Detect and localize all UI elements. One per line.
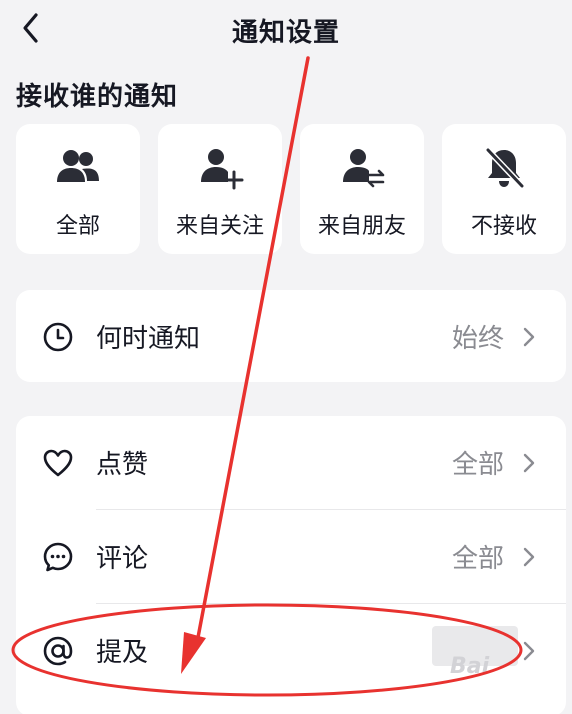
group-icon	[57, 150, 99, 182]
option-none[interactable]: 不接收	[442, 124, 566, 254]
row-label: 提及	[96, 638, 149, 668]
person-swap-icon	[343, 149, 385, 188]
chevron-right-icon	[523, 453, 535, 473]
option-label: 来自朋友	[317, 214, 406, 239]
bell-off-icon	[485, 147, 525, 189]
comment-icon	[43, 542, 73, 572]
option-label: 不接收	[470, 214, 537, 239]
option-following[interactable]: 来自关注	[158, 124, 282, 254]
heart-icon	[43, 449, 73, 477]
row-value: 始终	[451, 324, 504, 354]
when-card: 何时通知 始终	[16, 290, 566, 382]
when-row[interactable]: 何时通知 始终	[16, 290, 566, 384]
page-title: 通知设置	[231, 18, 340, 48]
option-label: 来自关注	[175, 214, 264, 239]
option-friends[interactable]: 来自朋友	[300, 124, 424, 254]
row-label: 点赞	[96, 450, 149, 480]
at-icon	[43, 636, 73, 666]
likes-row[interactable]: 点赞 全部	[16, 416, 566, 510]
comments-row[interactable]: 评论 全部	[16, 510, 566, 604]
row-label: 何时通知	[96, 324, 201, 354]
section-title: 接收谁的通知	[16, 82, 179, 112]
clock-icon	[43, 322, 73, 352]
row-value: 全部	[451, 544, 504, 574]
header: 通知设置	[0, 0, 572, 60]
chevron-right-icon	[523, 327, 535, 347]
chevron-right-icon	[523, 641, 535, 661]
option-label: 全部	[55, 214, 100, 239]
receive-options: 全部 来自关注 来自朋友 不接收	[16, 124, 572, 254]
row-label: 评论	[96, 544, 149, 574]
option-all[interactable]: 全部	[16, 124, 140, 254]
chevron-right-icon	[523, 547, 535, 567]
person-add-icon	[201, 149, 244, 190]
watermark-logo: Bai	[450, 654, 490, 679]
row-value: 全部	[451, 450, 504, 480]
